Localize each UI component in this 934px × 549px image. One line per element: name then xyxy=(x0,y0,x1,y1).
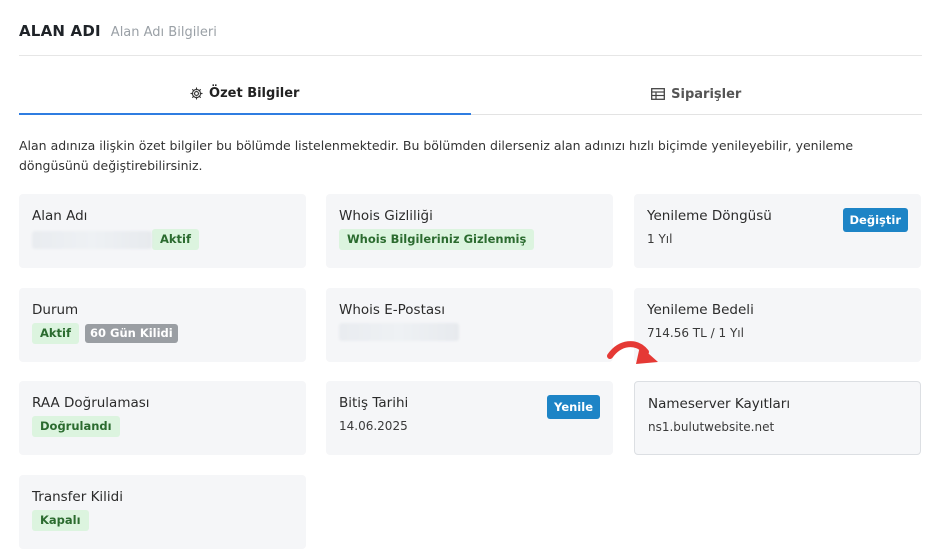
gear-icon xyxy=(190,87,203,100)
renewal-cycle-value: 1 Yıl xyxy=(647,232,673,246)
state-status-badge: Aktif xyxy=(32,323,79,344)
card-raa-label: RAA Doğrulaması xyxy=(32,395,150,411)
card-domain: Alan Adı Aktif xyxy=(19,194,306,268)
card-state: Durum Aktif 60 Gün Kilidi xyxy=(19,288,306,362)
transfer-lock-badge: Kapalı xyxy=(32,510,89,531)
tab-summary-label: Özet Bilgiler xyxy=(209,86,300,101)
card-state-label: Durum xyxy=(32,302,79,318)
tab-orders[interactable]: Siparişler xyxy=(471,78,923,114)
raa-status-badge: Doğrulandı xyxy=(32,416,120,437)
card-whois-privacy: Whois Gizliliği Whois Bilgileriniz Gizle… xyxy=(326,194,613,268)
domain-name-redacted xyxy=(32,230,152,249)
card-nameserver[interactable]: Nameserver Kayıtları ns1.bulutwebsite.ne… xyxy=(634,381,921,455)
table-icon xyxy=(651,88,666,100)
page-header: ALAN ADI Alan Adı Bilgileri xyxy=(19,22,922,56)
tab-bar: Özet Bilgiler Siparişler xyxy=(19,78,922,115)
card-domain-label: Alan Adı xyxy=(32,208,88,224)
card-renewal-fee-label: Yenileme Bedeli xyxy=(647,302,754,318)
curved-arrow-icon xyxy=(607,341,658,364)
card-whois-email-label: Whois E-Postası xyxy=(339,302,445,318)
domain-status-badge: Aktif xyxy=(152,229,199,250)
card-nameserver-label: Nameserver Kayıtları xyxy=(648,396,791,412)
page-title: ALAN ADI xyxy=(19,22,101,40)
card-renewal-fee: Yenileme Bedeli 714.56 TL / 1 Yıl xyxy=(634,288,921,362)
tab-orders-label: Siparişler xyxy=(671,86,742,102)
card-transfer-lock-label: Transfer Kilidi xyxy=(32,489,123,505)
page-subtitle: Alan Adı Bilgileri xyxy=(110,25,217,40)
card-raa: RAA Doğrulaması Doğrulandı xyxy=(19,381,306,455)
card-whois-privacy-label: Whois Gizliliği xyxy=(339,208,433,224)
lock-badge: 60 Gün Kilidi xyxy=(85,324,178,343)
change-cycle-button[interactable]: Değiştir xyxy=(842,208,908,232)
expiry-date-value: 14.06.2025 xyxy=(339,419,408,433)
whois-privacy-badge: Whois Bilgileriniz Gizlenmiş xyxy=(339,229,535,250)
intro-text: Alan adınıza ilişkin özet bilgiler bu bö… xyxy=(19,138,854,173)
tab-summary[interactable]: Özet Bilgiler xyxy=(19,78,471,115)
card-renewal-cycle: Yenileme Döngüsü 1 Yıl Değiştir xyxy=(634,194,921,268)
card-whois-email: Whois E-Postası xyxy=(326,288,613,362)
card-expiry: Bitiş Tarihi 14.06.2025 Yenile xyxy=(326,381,613,455)
whois-email-redacted xyxy=(339,323,459,341)
renew-button[interactable]: Yenile xyxy=(547,395,600,419)
renewal-fee-value: 714.56 TL / 1 Yıl xyxy=(647,326,744,340)
nameserver-value: ns1.bulutwebsite.net xyxy=(648,420,775,434)
card-transfer-lock: Transfer Kilidi Kapalı xyxy=(19,475,306,549)
